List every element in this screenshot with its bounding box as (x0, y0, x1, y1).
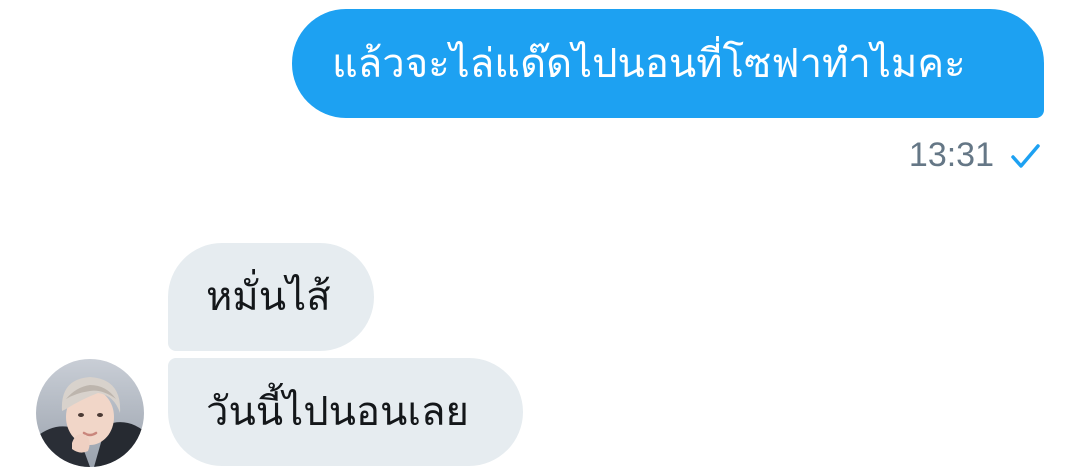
incoming-message-bubble[interactable]: หมั่นไส้ (168, 243, 374, 351)
message-timestamp: 13:31 (908, 136, 994, 174)
check-icon (1008, 139, 1042, 173)
dm-conversation: แล้วจะไล่แด๊ดไปนอนที่โซฟาทำไมคะ 13:31 หม… (0, 0, 1080, 473)
incoming-message-text: วันนี้ไปนอนเลย (206, 389, 469, 435)
incoming-message-text: หมั่นไส้ (206, 274, 331, 320)
incoming-message-bubble[interactable]: วันนี้ไปนอนเลย (168, 358, 523, 466)
message-meta: 13:31 (909, 136, 1042, 175)
user-avatar-icon (36, 359, 144, 467)
outgoing-message-text: แล้วจะไล่แด๊ดไปนอนที่โซฟาทำไมคะ (332, 40, 966, 87)
sender-avatar[interactable] (36, 359, 144, 467)
outgoing-message-bubble[interactable]: แล้วจะไล่แด๊ดไปนอนที่โซฟาทำไมคะ (292, 9, 1044, 118)
